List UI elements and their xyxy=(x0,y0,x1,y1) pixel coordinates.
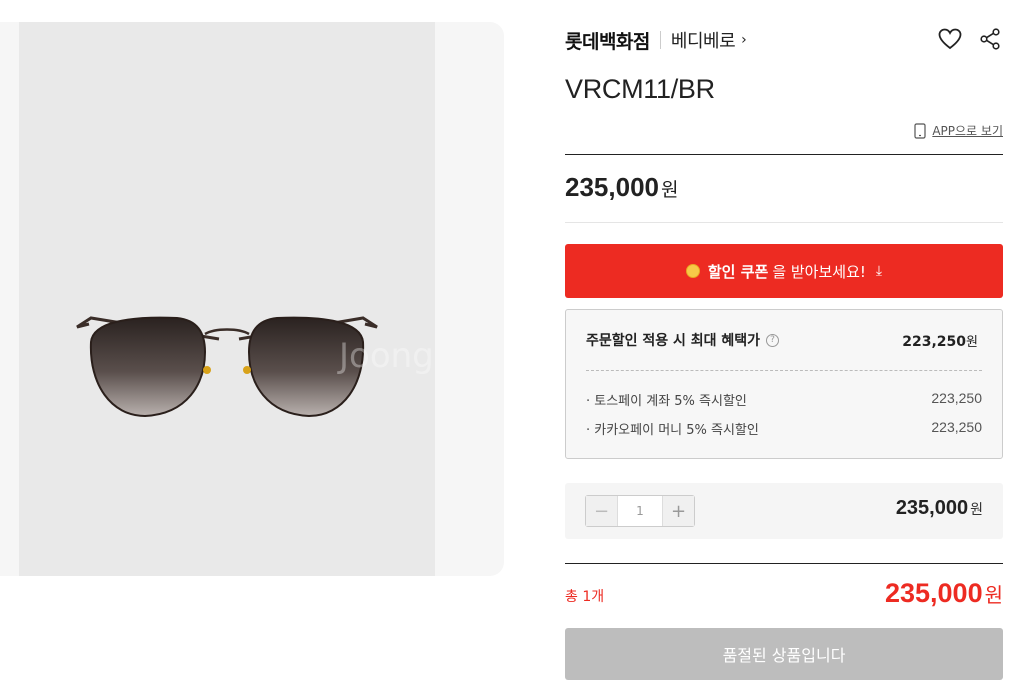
price-amount: 235,000 xyxy=(565,172,659,202)
brand-divider xyxy=(659,31,661,49)
divider xyxy=(565,563,1003,564)
app-view-link[interactable]: APP으로 보기 xyxy=(914,122,1003,139)
brand-name: 베디베로 xyxy=(670,31,736,52)
benefit-total: 223,250원 xyxy=(902,331,978,350)
share-icon[interactable] xyxy=(977,26,1003,52)
sold-out-button[interactable]: 품절된 상품입니다 xyxy=(565,628,1003,680)
benefit-box: 주문할인 적용 시 최대 혜택가 ? 223,250원 · 토스페이 계좌 5%… xyxy=(565,309,1003,459)
line-price-amount: 235,000 xyxy=(895,497,969,519)
benefit-title: 주문할인 적용 시 최대 혜택가 ? xyxy=(586,330,780,350)
benefit-row: · 카카오페이 머니 5% 즉시할인 223,250 xyxy=(586,419,982,438)
line-price-unit: 원 xyxy=(970,502,983,518)
store-name[interactable]: 롯데백화점 xyxy=(565,27,650,54)
brand-link[interactable]: 베디베로 › xyxy=(670,27,747,53)
quantity-box: − 1 + 235,000 원 xyxy=(565,483,1003,539)
product-title: VRCM11/BR xyxy=(565,74,715,104)
chevron-right-icon: › xyxy=(741,32,747,48)
total-count: 총 1개 xyxy=(565,589,605,605)
minus-button[interactable]: − xyxy=(586,496,618,526)
plus-button[interactable]: + xyxy=(662,496,694,526)
benefit-title-text: 주문할인 적용 시 최대 혜택가 xyxy=(586,333,761,349)
product-price: 235,000 원 xyxy=(565,172,678,203)
quantity-stepper: − 1 + xyxy=(585,495,695,527)
top-icons xyxy=(937,26,1003,52)
benefit-row-value: 223,250 xyxy=(931,419,982,435)
total-price-amount: 235,000 xyxy=(884,578,983,608)
app-view-label: APP으로 보기 xyxy=(932,124,1003,138)
divider xyxy=(565,154,1003,155)
benefit-row-label: · 카카오페이 머니 5% 즉시할인 xyxy=(586,423,759,438)
product-gallery: Joongang Global xyxy=(0,22,504,576)
product-image[interactable]: Joongang Global xyxy=(19,22,435,576)
total-price: 235,000 원 xyxy=(885,578,1003,609)
benefit-header: 주문할인 적용 시 최대 혜택가 ? 223,250원 xyxy=(586,330,978,350)
total-price-unit: 원 xyxy=(984,583,1003,607)
price-unit: 원 xyxy=(660,179,679,201)
watermark-text: Joongang Global xyxy=(337,336,435,376)
coupon-label: 을 받아보세요! xyxy=(772,262,866,281)
benefit-row: · 토스페이 계좌 5% 즉시할인 223,250 xyxy=(586,390,982,409)
line-price: 235,000 원 xyxy=(896,497,983,520)
benefit-row-value: 223,250 xyxy=(931,390,982,406)
dashed-divider xyxy=(586,370,982,371)
coupon-bold-label: 할인 쿠폰 xyxy=(707,262,769,281)
coupon-download-button[interactable]: 할인 쿠폰 을 받아보세요! ⤓ xyxy=(565,244,1003,298)
benefit-row-label: · 토스페이 계좌 5% 즉시할인 xyxy=(586,394,747,409)
quantity-value[interactable]: 1 xyxy=(618,496,662,526)
heart-icon[interactable] xyxy=(937,26,963,52)
help-icon[interactable]: ? xyxy=(766,333,780,347)
benefit-total-unit: 원 xyxy=(966,334,978,350)
sunglasses-illustration: Joongang Global xyxy=(76,316,435,418)
download-icon: ⤓ xyxy=(875,263,883,279)
benefit-total-amount: 223,250 xyxy=(902,333,967,350)
phone-icon xyxy=(914,122,926,139)
divider xyxy=(565,222,1003,223)
brand-row: 롯데백화점 베디베로 › xyxy=(565,26,1003,54)
coin-icon xyxy=(685,264,700,278)
